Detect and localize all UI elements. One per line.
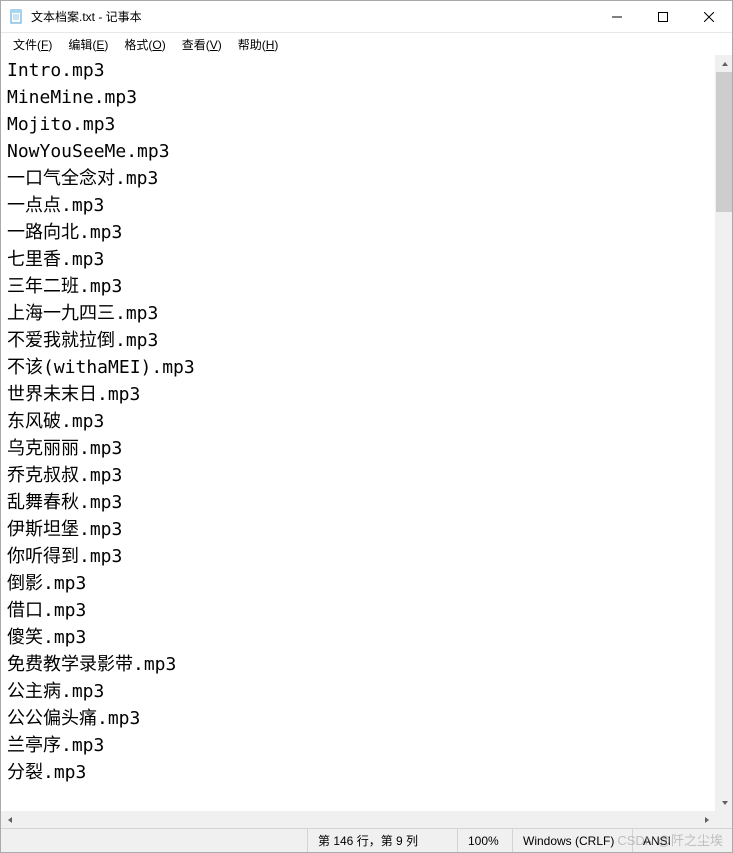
menu-help[interactable]: 帮助(H) [230, 34, 287, 55]
menu-edit[interactable]: 编辑(E) [60, 34, 116, 55]
minimize-button[interactable] [594, 1, 640, 32]
vertical-scroll-thumb[interactable] [716, 72, 732, 212]
status-zoom: 100% [457, 829, 512, 852]
status-position: 第 146 行，第 9 列 [307, 829, 457, 852]
scroll-up-button[interactable] [716, 55, 732, 72]
horizontal-scroll-row [1, 811, 732, 828]
text-editor[interactable]: Intro.mp3 MineMine.mp3 Mojito.mp3 NowYou… [1, 55, 715, 811]
menu-view[interactable]: 查看(V) [174, 34, 230, 55]
close-button[interactable] [686, 1, 732, 32]
status-lineending: Windows (CRLF) [512, 829, 632, 852]
horizontal-scrollbar[interactable] [1, 811, 715, 828]
maximize-button[interactable] [640, 1, 686, 32]
scroll-down-button[interactable] [716, 794, 732, 811]
notepad-window: 文本档案.txt - 记事本 文件(F) 编辑(E) 格式(O) 查看(V) 帮… [0, 0, 733, 853]
status-encoding: ANSI [632, 829, 732, 852]
notepad-icon [9, 9, 25, 25]
vertical-scrollbar[interactable] [715, 55, 732, 811]
menu-format[interactable]: 格式(O) [116, 34, 173, 55]
scroll-right-button[interactable] [698, 811, 715, 828]
content-area: Intro.mp3 MineMine.mp3 Mojito.mp3 NowYou… [1, 55, 732, 811]
window-controls [594, 1, 732, 32]
menu-file[interactable]: 文件(F) [5, 34, 60, 55]
titlebar[interactable]: 文本档案.txt - 记事本 [1, 1, 732, 33]
scroll-left-button[interactable] [1, 811, 18, 828]
scroll-corner [715, 811, 732, 828]
menubar: 文件(F) 编辑(E) 格式(O) 查看(V) 帮助(H) [1, 33, 732, 55]
window-title: 文本档案.txt - 记事本 [31, 8, 594, 25]
statusbar: 第 146 行，第 9 列 100% Windows (CRLF) ANSI [1, 828, 732, 852]
